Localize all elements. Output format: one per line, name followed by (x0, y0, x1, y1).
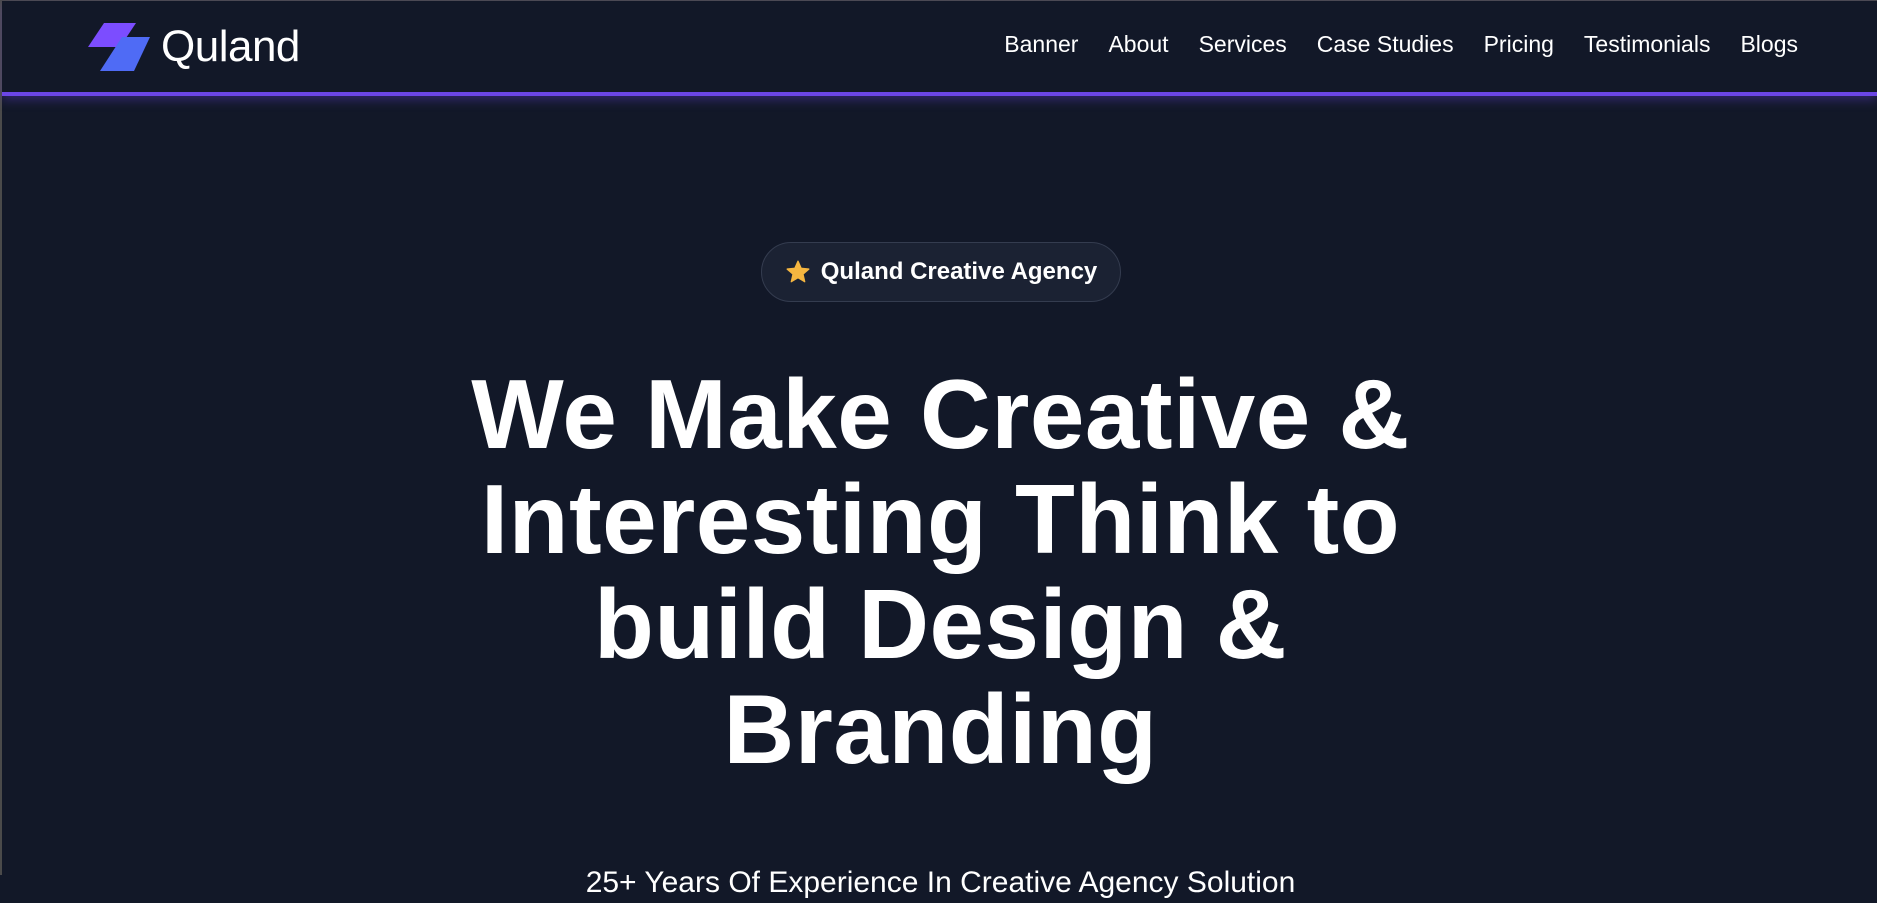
main-nav: Banner About Services Case Studies Prici… (1004, 29, 1798, 59)
star-icon (786, 260, 810, 283)
nav-link-case-studies[interactable]: Case Studies (1317, 29, 1454, 59)
nav-link-pricing[interactable]: Pricing (1484, 29, 1554, 59)
hero-title-line: Branding (723, 674, 1158, 784)
nav-link-banner[interactable]: Banner (1004, 29, 1078, 59)
hero-subtitle: 25+ Years Of Experience In Creative Agen… (585, 866, 1296, 899)
brand-name: Quland (161, 22, 300, 71)
hero-title-line: build Design & (594, 569, 1287, 679)
quland-logo-icon (88, 23, 150, 71)
nav-link-blogs[interactable]: Blogs (1740, 29, 1798, 59)
badge-label: Quland Creative Agency (820, 258, 1098, 285)
nav-link-services[interactable]: Services (1199, 29, 1287, 59)
hero-title-line: Interesting Think to (480, 464, 1401, 574)
site-header: Quland Banner About Services Case Studie… (2, 1, 1877, 96)
hero-title: We Make Creative & Interesting Think to … (362, 362, 1519, 782)
nav-link-about[interactable]: About (1108, 29, 1168, 59)
hero-title-line: We Make Creative & (471, 359, 1410, 469)
nav-link-testimonials[interactable]: Testimonials (1584, 29, 1711, 59)
brand-logo[interactable]: Quland (86, 23, 300, 71)
agency-badge: Quland Creative Agency (761, 242, 1121, 302)
